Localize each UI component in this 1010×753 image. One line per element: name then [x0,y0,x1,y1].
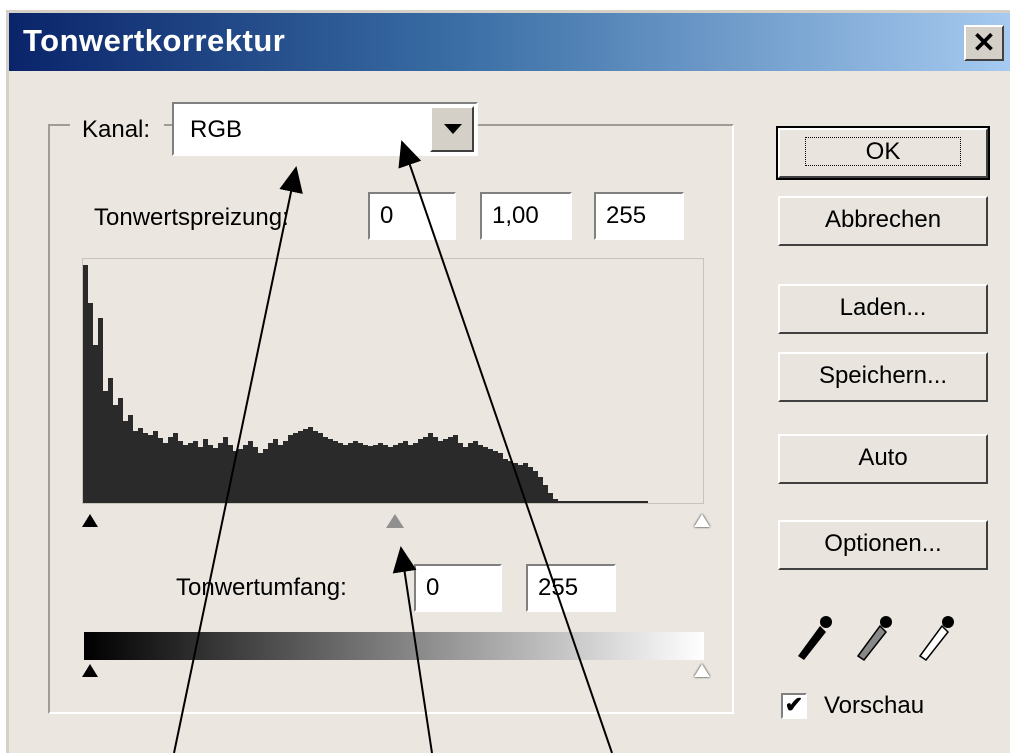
annotation-arrows [173,140,613,753]
annotation-arrow-gamma [392,546,433,753]
annotation-arrow-dropdown [398,140,613,753]
annotation-arrow-channel [173,166,303,753]
